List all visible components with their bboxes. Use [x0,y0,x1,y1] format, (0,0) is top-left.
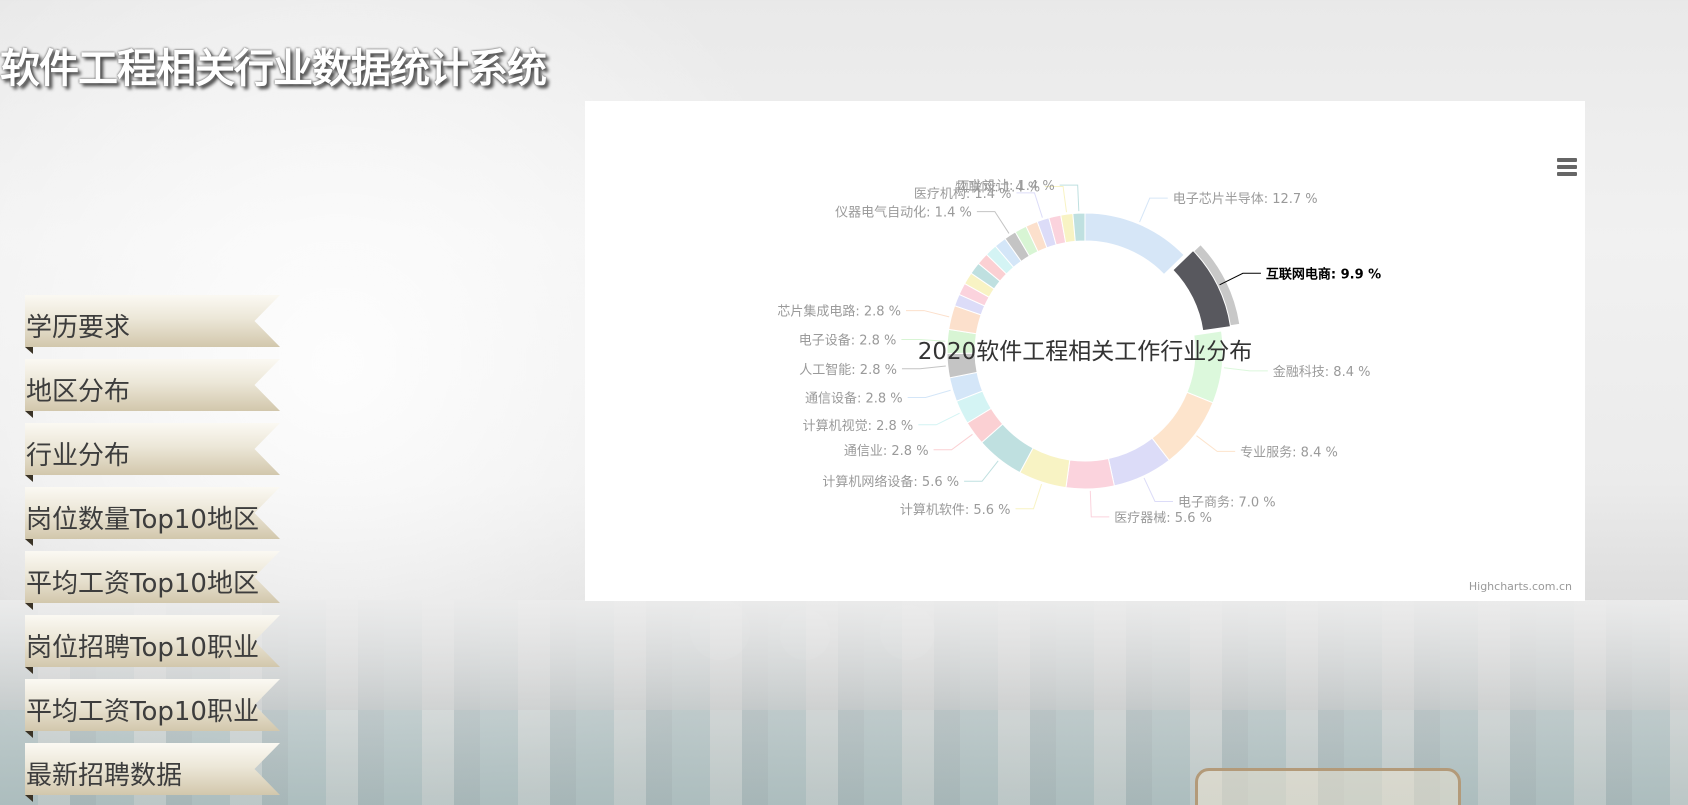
industry-donut-chart: 电子芯片半导体: 12.7 % 互联网电商: 9.9 % 金融科技: 8.4 % 专业… [777,179,1381,526]
slice-label: 专业服务: 8.4 % [1240,444,1338,460]
slice-connector [1016,192,1043,218]
nav-ribbon-fold [25,731,33,738]
slice-connector [905,310,950,318]
slice-label: 电子芯片半导体: 12.7 % [1173,192,1318,207]
slice-label: 通信设备: 2.8 % [805,390,903,406]
nav-item-education[interactable]: 学历要求 [25,295,280,354]
slice-label: 通信业: 2.8 % [844,444,929,459]
slice-label: 计算机网络设备: 5.6 % [822,474,959,490]
slice-connector [964,460,999,482]
slice-label: 互联网电商: 9.9 % [1266,266,1381,282]
nav-ribbon-fold [25,475,33,482]
pie-slice[interactable] [1065,457,1115,490]
page-title: 软件工程相关行业数据统计系统 [0,46,547,92]
nav-ribbon-fold [25,347,33,354]
slice-connector [1223,367,1268,372]
main-navigation: 学历要求 地区分布 行业分布 岗位数量Top10地区 平均工资Top10地区 岗… [25,295,285,805]
slice-label: 电子商务: 7.0 % [1178,495,1276,511]
nav-ribbon-fold [25,539,33,546]
nav-item-label: 学历要求 [26,313,131,343]
nav-item-label: 平均工资Top10职业 [26,697,259,727]
slice-connector [907,389,951,398]
chart-title: 2020软件工程相关工作行业分布 [918,339,1253,365]
chart-panel: 电子芯片半导体: 12.7 % 互联网电商: 9.9 % 金融科技: 8.4 % 专业… [585,101,1585,601]
slice-label: 金融科技: 8.4 % [1273,364,1371,380]
background-card-decoration [1195,768,1461,805]
nav-item-industry[interactable]: 行业分布 [25,423,280,482]
hamburger-menu-icon[interactable] [1555,155,1579,179]
nav-item-label: 平均工资Top10地区 [26,569,259,599]
nav-ribbon-fold [25,667,33,674]
pie-slice[interactable] [1084,212,1185,276]
slice-connector [933,433,973,451]
nav-item-top10-job-openings[interactable]: 岗位招聘Top10职业 [25,615,280,674]
nav-item-top10-region-jobs[interactable]: 岗位数量Top10地区 [25,487,280,546]
chart-credits[interactable]: Highcharts.com.cn [1469,580,1572,593]
slice-connector [1143,477,1173,503]
nav-item-label: 行业分布 [26,441,131,471]
slice-label: 电子设备: 2.8 % [799,332,897,348]
slice-label: 芯片集成电路: 2.8 % [777,304,901,320]
nav-ribbon-fold [25,795,33,802]
slice-connector [1089,490,1110,518]
nav-item-label: 岗位招聘Top10职业 [26,633,259,663]
slice-connector [1015,483,1043,510]
slice-connector [918,412,960,426]
pie-slice[interactable] [1072,212,1086,242]
slice-connector [1196,435,1236,452]
nav-ribbon-fold [25,411,33,418]
slice-label: 仪器电气自动化: 1.4 % [835,205,972,221]
slice-connector [976,211,1010,234]
slice-label: 医疗器械: 5.6 % [1114,511,1212,526]
nav-item-label: 最新招聘数据 [26,761,183,791]
nav-ribbon-fold [25,603,33,610]
nav-item-label: 岗位数量Top10地区 [26,505,259,535]
nav-item-latest-jobs[interactable]: 最新招聘数据 [25,743,280,802]
slice-label: 计算机视觉: 2.8 % [803,419,914,434]
slice-label: 计算机软件: 5.6 % [900,503,1011,518]
nav-item-top10-job-salary[interactable]: 平均工资Top10职业 [25,679,280,738]
slice-label: 人工智能: 2.8 % [799,363,897,378]
slice-connector [1059,184,1080,212]
slice-label: 工业设计: 1.4 % [957,179,1055,194]
slice-connector [901,365,946,370]
nav-item-label: 地区分布 [26,377,131,407]
nav-item-region[interactable]: 地区分布 [25,359,280,418]
nav-item-top10-region-salary[interactable]: 平均工资Top10地区 [25,551,280,610]
slice-connector [1139,197,1168,223]
